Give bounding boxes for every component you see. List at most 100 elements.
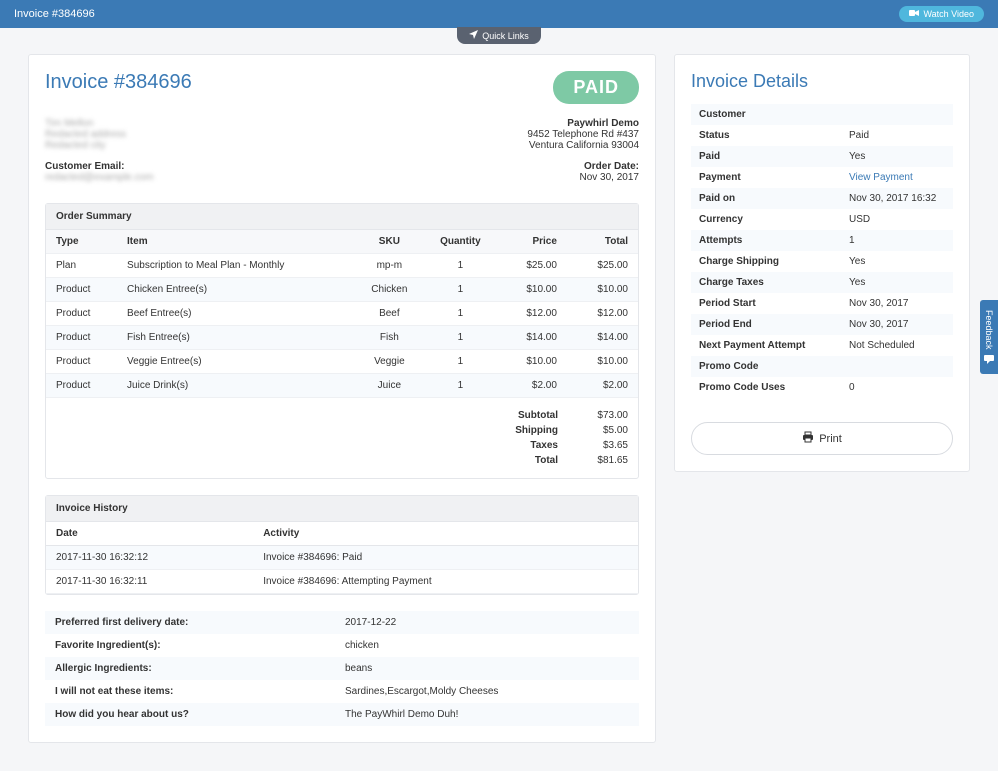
shipping-label: Shipping xyxy=(498,425,558,436)
details-row: Period StartNov 30, 2017 xyxy=(691,293,953,314)
cell-total: $10.00 xyxy=(567,278,638,302)
cell-type: Product xyxy=(46,278,117,302)
subtotal-label: Subtotal xyxy=(498,410,558,421)
details-row: Charge ShippingYes xyxy=(691,251,953,272)
total-value: $81.65 xyxy=(578,455,628,466)
details-key: Paid on xyxy=(699,193,849,204)
invoice-header: Invoice #384696 PAID xyxy=(45,71,639,104)
cell-item: Subscription to Meal Plan - Monthly xyxy=(117,254,354,278)
cell-item: Fish Entree(s) xyxy=(117,326,354,350)
cell-price: $10.00 xyxy=(496,350,567,374)
parties: Tim Mellon Redacted address Redacted cit… xyxy=(45,118,639,183)
left-column: Invoice #384696 PAID Tim Mellon Redacted… xyxy=(28,54,656,743)
print-label: Print xyxy=(819,433,842,445)
taxes-label: Taxes xyxy=(498,440,558,451)
cell-price: $14.00 xyxy=(496,326,567,350)
paper-plane-icon xyxy=(469,30,478,41)
customer-email-label: Customer Email: xyxy=(45,161,154,172)
cell-sku: Fish xyxy=(354,326,425,350)
customer-block: Tim Mellon Redacted address Redacted cit… xyxy=(45,118,154,183)
col-item: Item xyxy=(117,230,354,254)
details-key: Next Payment Attempt xyxy=(699,340,849,351)
total-label: Total xyxy=(498,455,558,466)
col-sku: SKU xyxy=(354,230,425,254)
order-summary-title: Order Summary xyxy=(46,204,638,230)
cell-item: Juice Drink(s) xyxy=(117,374,354,398)
details-key: Payment xyxy=(699,172,849,183)
cell-type: Product xyxy=(46,374,117,398)
custom-fields: Preferred first delivery date:2017-12-22… xyxy=(45,611,639,726)
table-row: 2017-11-30 16:32:11Invoice #384696: Atte… xyxy=(46,570,638,594)
customer-email-redacted: redacted@example.com xyxy=(45,172,154,183)
details-value: Nov 30, 2017 xyxy=(849,319,945,330)
details-value: 0 xyxy=(849,382,945,393)
cell-date: 2017-11-30 16:32:12 xyxy=(46,546,253,570)
details-row: Attempts1 xyxy=(691,230,953,251)
table-row: PlanSubscription to Meal Plan - Monthlym… xyxy=(46,254,638,278)
details-value: Yes xyxy=(849,256,945,267)
custom-field-answer: Sardines,Escargot,Moldy Cheeses xyxy=(345,686,498,697)
details-key: Currency xyxy=(699,214,849,225)
details-key: Charge Shipping xyxy=(699,256,849,267)
customer-name-redacted: Tim Mellon xyxy=(45,118,154,129)
details-row: Promo Code Uses0 xyxy=(691,377,953,398)
company-block: Paywhirl Demo 9452 Telephone Rd #437 Ven… xyxy=(527,118,639,183)
table-row: 2017-11-30 16:32:12Invoice #384696: Paid xyxy=(46,546,638,570)
quick-links-button[interactable]: Quick Links xyxy=(457,27,541,44)
details-value: USD xyxy=(849,214,945,225)
cell-item: Veggie Entree(s) xyxy=(117,350,354,374)
custom-field-row: How did you hear about us?The PayWhirl D… xyxy=(45,703,639,726)
taxes-value: $3.65 xyxy=(578,440,628,451)
details-row: Charge TaxesYes xyxy=(691,272,953,293)
col-type: Type xyxy=(46,230,117,254)
topbar: Invoice #384696 Watch Video xyxy=(0,0,998,28)
cell-qty: 1 xyxy=(425,374,496,398)
col-history-date: Date xyxy=(46,522,253,546)
table-row: ProductChicken Entree(s)Chicken1$10.00$1… xyxy=(46,278,638,302)
details-row: PaidYes xyxy=(691,146,953,167)
cell-sku: Chicken xyxy=(354,278,425,302)
camera-icon xyxy=(909,9,919,19)
feedback-label: Feedback xyxy=(984,310,994,350)
details-key: Period End xyxy=(699,319,849,330)
details-value: 1 xyxy=(849,235,945,246)
details-key: Promo Code Uses xyxy=(699,382,849,393)
details-key: Attempts xyxy=(699,235,849,246)
invoice-history-title: Invoice History xyxy=(46,496,638,522)
print-button[interactable]: Print xyxy=(691,422,953,455)
invoice-history-section: Invoice History Date Activity 2017-11-30… xyxy=(45,495,639,595)
watch-video-label: Watch Video xyxy=(923,9,974,19)
cell-qty: 1 xyxy=(425,278,496,302)
feedback-tab[interactable]: Feedback xyxy=(980,300,998,374)
details-row: Promo Code xyxy=(691,356,953,377)
cell-activity: Invoice #384696: Attempting Payment xyxy=(253,570,638,594)
company-name: Paywhirl Demo xyxy=(527,118,639,129)
page-title: Invoice #384696 xyxy=(14,8,95,20)
custom-field-question: Allergic Ingredients: xyxy=(55,663,345,674)
cell-type: Product xyxy=(46,326,117,350)
cell-item: Chicken Entree(s) xyxy=(117,278,354,302)
customer-address-redacted: Redacted address xyxy=(45,129,154,140)
cell-activity: Invoice #384696: Paid xyxy=(253,546,638,570)
order-totals: Subtotal$73.00 Shipping$5.00 Taxes$3.65 … xyxy=(46,398,638,478)
custom-field-answer: 2017-12-22 xyxy=(345,617,396,628)
order-summary-section: Order Summary Type Item SKU Quantity Pri… xyxy=(45,203,639,479)
details-value[interactable]: View Payment xyxy=(849,172,945,183)
table-row: ProductJuice Drink(s)Juice1$2.00$2.00 xyxy=(46,374,638,398)
cell-price: $2.00 xyxy=(496,374,567,398)
details-value[interactable] xyxy=(849,109,945,120)
chat-icon xyxy=(984,354,994,364)
cell-type: Product xyxy=(46,302,117,326)
shipping-value: $5.00 xyxy=(578,425,628,436)
invoice-history-table: Date Activity 2017-11-30 16:32:12Invoice… xyxy=(46,522,638,594)
details-value: Not Scheduled xyxy=(849,340,945,351)
details-key: Paid xyxy=(699,151,849,162)
watch-video-button[interactable]: Watch Video xyxy=(899,6,984,22)
col-price: Price xyxy=(496,230,567,254)
order-date: Nov 30, 2017 xyxy=(527,172,639,183)
custom-field-question: I will not eat these items: xyxy=(55,686,345,697)
custom-field-answer: chicken xyxy=(345,640,379,651)
details-value: Nov 30, 2017 xyxy=(849,298,945,309)
cell-date: 2017-11-30 16:32:11 xyxy=(46,570,253,594)
cell-total: $25.00 xyxy=(567,254,638,278)
